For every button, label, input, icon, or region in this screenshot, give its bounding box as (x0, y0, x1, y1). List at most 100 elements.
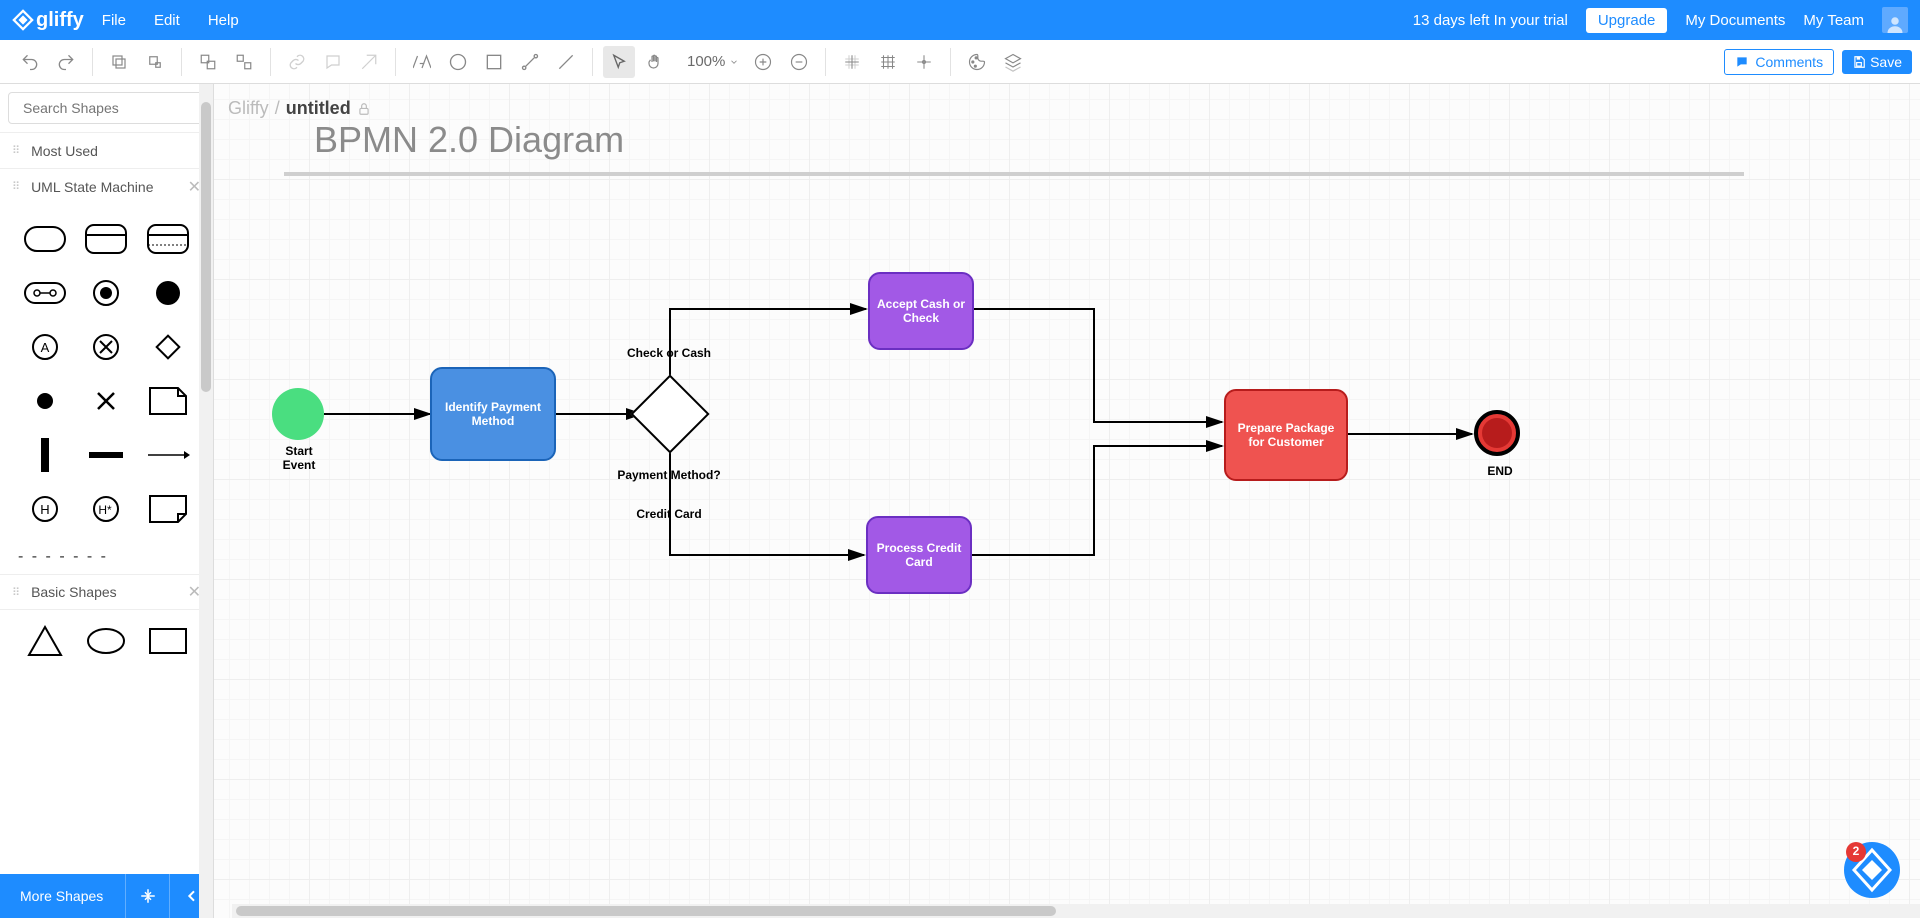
shape-junction[interactable] (18, 380, 72, 422)
shape-shallow-history[interactable]: H (18, 488, 72, 530)
snap-grid-button[interactable] (836, 46, 868, 78)
ellipse-tool[interactable] (442, 46, 474, 78)
ungroup-button[interactable] (228, 46, 260, 78)
brand-logo[interactable]: gliffy (12, 9, 84, 32)
zoom-level[interactable]: 100% (683, 53, 743, 70)
shape-entry-point[interactable]: A (18, 326, 72, 368)
category-most-used[interactable]: ⠿ Most Used (0, 132, 213, 168)
shape-choice[interactable] (141, 326, 195, 368)
category-uml-state[interactable]: ⠿ UML State Machine ✕ (0, 168, 213, 204)
basic-shape-grid (0, 610, 213, 666)
bpmn-task-identify[interactable]: Identify Payment Method (430, 367, 556, 461)
undo-button[interactable] (14, 46, 46, 78)
more-shapes-button[interactable]: More Shapes (0, 888, 125, 904)
shape-transition-arrow[interactable] (141, 434, 195, 476)
svg-text:A: A (40, 340, 49, 355)
save-button[interactable]: Save (1842, 50, 1912, 74)
uml-shape-grid: A H H* (0, 204, 213, 540)
sidebar-bottom-bar: More Shapes (0, 874, 213, 918)
breadcrumb: Gliffy / untitled (228, 98, 371, 119)
connector-tool[interactable] (514, 46, 546, 78)
shape-dashed-line[interactable]: - - - - - - - (0, 540, 213, 574)
trial-text: 13 days left In your trial (1413, 12, 1568, 29)
shape-exit-point[interactable] (80, 326, 134, 368)
shape-bar-horizontal[interactable] (80, 434, 134, 476)
note-button[interactable] (317, 46, 349, 78)
drag-handle-icon: ⠿ (12, 144, 21, 157)
link-button[interactable] (281, 46, 313, 78)
popup-button[interactable] (353, 46, 385, 78)
toolbar: 100% Comments Save (0, 40, 1920, 84)
brand-text: gliffy (36, 9, 84, 32)
theme-button[interactable] (961, 46, 993, 78)
bpmn-task-prepare-package[interactable]: Prepare Package for Customer (1224, 389, 1348, 481)
grid-button[interactable] (872, 46, 904, 78)
rect-tool[interactable] (478, 46, 510, 78)
menu-file[interactable]: File (102, 12, 126, 29)
shape-sidebar: ⠿ Most Used ⠿ UML State Machine ✕ A H H* (0, 84, 214, 918)
zoom-out-button[interactable] (783, 46, 815, 78)
start-label: Start Event (274, 444, 324, 472)
lock-icon (357, 102, 371, 116)
diagram-edges (214, 84, 1920, 918)
user-avatar-icon[interactable] (1882, 7, 1908, 33)
bpmn-start-event[interactable] (272, 388, 324, 440)
label-payment-method: Payment Method? (609, 468, 729, 482)
shape-ellipse[interactable] (80, 620, 134, 662)
label-check-cash: Check or Cash (614, 346, 724, 360)
comments-button[interactable]: Comments (1724, 49, 1834, 75)
zoom-in-button[interactable] (747, 46, 779, 78)
shape-initial-state[interactable] (80, 272, 134, 314)
shape-rounded-rect[interactable] (18, 218, 72, 260)
svg-text:H*: H* (99, 503, 113, 517)
sidebar-scroll-thumb[interactable] (201, 102, 211, 392)
gliffy-help-badge[interactable]: 2 (1842, 840, 1902, 900)
redo-button[interactable] (50, 46, 82, 78)
badge-count: 2 (1850, 844, 1862, 858)
drag-handle-icon: ⠿ (12, 180, 21, 193)
shape-note[interactable] (141, 380, 195, 422)
sidebar-scrollbar[interactable] (199, 84, 213, 918)
line-tool[interactable] (550, 46, 582, 78)
canvas[interactable]: Gliffy / untitled BPMN 2.0 Diagram (214, 84, 1920, 918)
save-icon (1852, 55, 1866, 69)
shape-bar-vertical[interactable] (18, 434, 72, 476)
bpmn-task-process-credit[interactable]: Process Credit Card (866, 516, 972, 594)
shape-terminate[interactable] (80, 380, 134, 422)
shape-dashed-region[interactable] (141, 218, 195, 260)
menu-edit[interactable]: Edit (154, 12, 180, 29)
upgrade-button[interactable]: Upgrade (1586, 8, 1668, 33)
end-label: END (1482, 464, 1518, 478)
text-tool[interactable] (406, 46, 438, 78)
shape-deep-history[interactable]: H* (80, 488, 134, 530)
group-button[interactable] (192, 46, 224, 78)
main-menu: File Edit Help (102, 12, 239, 29)
copy-button[interactable] (103, 46, 135, 78)
bpmn-end-event[interactable] (1474, 410, 1520, 456)
guides-button[interactable] (908, 46, 940, 78)
category-basic-shapes[interactable]: ⠿ Basic Shapes ✕ (0, 574, 213, 610)
my-documents-link[interactable]: My Documents (1685, 12, 1785, 29)
shape-submachine[interactable] (18, 272, 72, 314)
breadcrumb-root[interactable]: Gliffy (228, 98, 269, 119)
duplicate-button[interactable] (139, 46, 171, 78)
search-input[interactable] (23, 100, 204, 116)
pointer-tool[interactable] (603, 46, 635, 78)
collapse-vertical-button[interactable] (125, 874, 169, 918)
search-shapes-box[interactable] (8, 92, 205, 124)
shape-note-fold[interactable] (141, 488, 195, 530)
my-team-link[interactable]: My Team (1803, 12, 1864, 29)
main-area: ⠿ Most Used ⠿ UML State Machine ✕ A H H* (0, 84, 1920, 918)
drag-handle-icon: ⠿ (12, 586, 21, 599)
document-title[interactable]: untitled (286, 98, 351, 119)
shape-final-state[interactable] (141, 272, 195, 314)
shape-titlebar-rect[interactable] (80, 218, 134, 260)
bpmn-task-accept-cash[interactable]: Accept Cash or Check (868, 272, 974, 350)
shape-triangle[interactable] (18, 620, 72, 662)
top-right: 13 days left In your trial Upgrade My Do… (1413, 7, 1908, 33)
shape-rectangle[interactable] (141, 620, 195, 662)
pan-tool[interactable] (639, 46, 671, 78)
menu-help[interactable]: Help (208, 12, 239, 29)
top-bar: gliffy File Edit Help 13 days left In yo… (0, 0, 1920, 40)
layers-button[interactable] (997, 46, 1029, 78)
